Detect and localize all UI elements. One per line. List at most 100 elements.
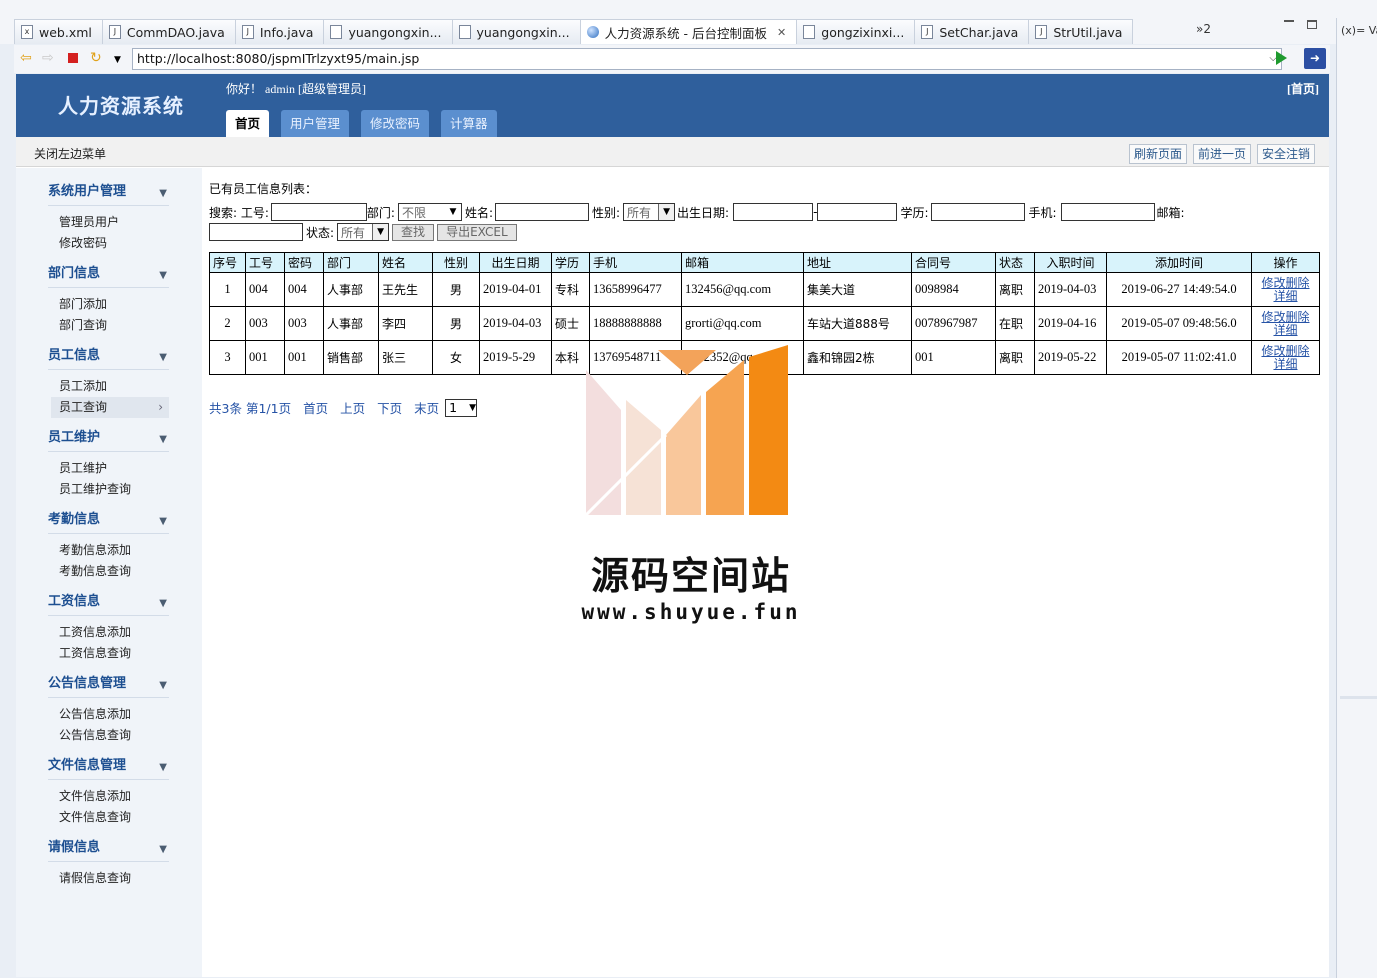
forward-icon[interactable]: ⇨ bbox=[42, 51, 54, 65]
menu-item[interactable]: 部门添加 bbox=[48, 294, 169, 315]
forward-page-button[interactable]: 前进一页 bbox=[1192, 144, 1251, 164]
name-input[interactable] bbox=[495, 203, 589, 221]
education-input[interactable] bbox=[931, 203, 1026, 221]
status-select[interactable]: 所有 ▼ bbox=[337, 223, 390, 241]
collapse-arrow-icon[interactable]: ▼ bbox=[159, 594, 167, 614]
open-external-icon[interactable]: ➜ bbox=[1304, 48, 1326, 69]
ide-tab-gongzixinxi[interactable]: gongzixinxi... bbox=[796, 19, 916, 44]
menu-item[interactable]: 员工维护查询 bbox=[48, 479, 169, 500]
tab-home[interactable]: 首页 bbox=[226, 110, 270, 137]
tab-overflow-button[interactable]: »2 bbox=[1196, 22, 1211, 36]
menu-group-header[interactable]: 考勤信息 ▼ bbox=[48, 510, 169, 534]
stop-icon[interactable] bbox=[68, 53, 78, 63]
ide-tab-strutil[interactable]: J StrUtil.java bbox=[1028, 19, 1134, 44]
table-cell: 0098984 bbox=[911, 272, 996, 307]
collapse-arrow-icon[interactable]: ▼ bbox=[159, 266, 167, 286]
menu-group-title: 工资信息 bbox=[48, 594, 101, 609]
next-page-link[interactable]: 下页 bbox=[377, 398, 402, 417]
menu-item[interactable]: 员工添加 bbox=[48, 376, 169, 397]
go-icon[interactable] bbox=[1276, 51, 1287, 65]
menu-item[interactable]: 公告信息添加 bbox=[48, 704, 169, 725]
first-page-link[interactable]: 首页 bbox=[303, 398, 328, 417]
close-icon[interactable]: ✕ bbox=[777, 26, 786, 39]
menu-group-title: 公告信息管理 bbox=[48, 676, 127, 691]
menu-item[interactable]: 工资信息查询 bbox=[48, 643, 169, 664]
phone-input[interactable] bbox=[1060, 203, 1155, 221]
menu-item[interactable]: 请假信息查询 bbox=[48, 868, 169, 889]
delete-link[interactable]: 删除 bbox=[1286, 310, 1310, 324]
gender-select[interactable]: 所有 ▼ bbox=[623, 203, 676, 221]
delete-link[interactable]: 删除 bbox=[1286, 276, 1310, 290]
collapse-arrow-icon[interactable]: ▼ bbox=[159, 184, 167, 204]
menu-group-header[interactable]: 文件信息管理 ▼ bbox=[48, 756, 169, 780]
refresh-icon[interactable]: ↻ bbox=[90, 51, 102, 65]
ide-tab-yuangongxin-1[interactable]: yuangongxin... bbox=[323, 19, 453, 44]
collapse-arrow-icon[interactable]: ▼ bbox=[159, 758, 167, 778]
menu-item-active[interactable]: 员工查询 › bbox=[51, 397, 169, 418]
tab-calculator[interactable]: 计算器 bbox=[441, 110, 497, 137]
ide-tab-web-xml[interactable]: x web.xml bbox=[14, 19, 103, 44]
last-page-link[interactable]: 末页 bbox=[414, 398, 439, 417]
prev-page-link[interactable]: 上页 bbox=[340, 398, 365, 417]
variables-view-label[interactable]: (x)= Var bbox=[1341, 24, 1377, 37]
menu-item[interactable]: 考勤信息添加 bbox=[48, 540, 169, 561]
menu-item[interactable]: 管理员用户 bbox=[48, 212, 169, 233]
menu-group-header[interactable]: 公告信息管理 ▼ bbox=[48, 674, 169, 698]
birth-from-input[interactable] bbox=[733, 203, 814, 221]
ide-tab-info[interactable]: J Info.java bbox=[234, 19, 325, 44]
menu-group-header[interactable]: 员工维护 ▼ bbox=[48, 428, 169, 452]
export-excel-button[interactable]: 导出EXCEL bbox=[437, 223, 517, 241]
menu-group-header[interactable]: 系统用户管理 ▼ bbox=[48, 182, 169, 206]
birth-to-input[interactable] bbox=[817, 203, 898, 221]
collapse-arrow-icon[interactable]: ▼ bbox=[159, 430, 167, 450]
menu-group-header[interactable]: 工资信息 ▼ bbox=[48, 592, 169, 616]
email-input[interactable] bbox=[209, 223, 303, 241]
table-cell: 在职 bbox=[995, 306, 1035, 341]
table-cell: 离职 bbox=[995, 272, 1035, 307]
logout-button[interactable]: 安全注销 bbox=[1256, 144, 1315, 164]
ide-tab-commdao[interactable]: J CommDAO.java bbox=[101, 19, 236, 44]
home-link[interactable]: [首页] bbox=[1287, 80, 1319, 97]
ide-tab-browser[interactable]: 人力资源系统 - 后台控制面板 ✕ bbox=[579, 19, 798, 44]
menu-item[interactable]: 公告信息查询 bbox=[48, 725, 169, 746]
detail-link[interactable]: 详细 bbox=[1273, 289, 1297, 303]
collapse-arrow-icon[interactable]: ▼ bbox=[159, 676, 167, 696]
ide-tab-setchar[interactable]: J SetChar.java bbox=[914, 19, 1030, 44]
find-button[interactable]: 查找 bbox=[392, 223, 435, 241]
menu-item[interactable]: 修改密码 bbox=[48, 233, 169, 254]
maximize-icon[interactable] bbox=[1307, 20, 1317, 29]
dept-select[interactable]: 不限 ▼ bbox=[397, 203, 462, 221]
employee-id-input[interactable] bbox=[270, 203, 367, 221]
page-select[interactable]: 1 ▼ bbox=[445, 398, 478, 417]
menu-group-header[interactable]: 部门信息 ▼ bbox=[48, 264, 169, 288]
collapse-arrow-icon[interactable]: ▼ bbox=[159, 512, 167, 532]
menu-item[interactable]: 部门查询 bbox=[48, 315, 169, 336]
tab-change-password[interactable]: 修改密码 bbox=[361, 110, 430, 137]
close-left-menu-link[interactable]: 关闭左边菜单 bbox=[34, 145, 106, 162]
watermark-triangle bbox=[658, 350, 716, 375]
menu-item[interactable]: 工资信息添加 bbox=[48, 622, 169, 643]
tab-user-management[interactable]: 用户管理 bbox=[281, 110, 350, 137]
menu-item[interactable]: 员工维护 bbox=[48, 458, 169, 479]
url-field[interactable]: http://localhost:8080/jspmITrlzyxt95/mai… bbox=[132, 48, 1282, 70]
menu-group-header[interactable]: 员工信息 ▼ bbox=[48, 346, 169, 370]
edit-link[interactable]: 修改 bbox=[1261, 276, 1285, 290]
detail-link[interactable]: 详细 bbox=[1273, 323, 1297, 337]
refresh-page-button[interactable]: 刷新页面 bbox=[1128, 144, 1187, 164]
menu-item[interactable]: 文件信息添加 bbox=[48, 786, 169, 807]
detail-link[interactable]: 详细 bbox=[1273, 357, 1297, 371]
ide-tab-yuangongxin-2[interactable]: yuangongxin... bbox=[451, 19, 581, 44]
menu-item[interactable]: 考勤信息查询 bbox=[48, 561, 169, 582]
collapse-arrow-icon[interactable]: ▼ bbox=[159, 840, 167, 860]
edit-link[interactable]: 修改 bbox=[1261, 310, 1285, 324]
menu-item[interactable]: 文件信息查询 bbox=[48, 807, 169, 828]
edit-link[interactable]: 修改 bbox=[1261, 344, 1285, 358]
table-cell: 3 bbox=[209, 340, 246, 375]
menu-group-header[interactable]: 请假信息 ▼ bbox=[48, 838, 169, 862]
delete-link[interactable]: 删除 bbox=[1286, 344, 1310, 358]
collapse-arrow-icon[interactable]: ▼ bbox=[159, 348, 167, 368]
back-icon[interactable]: ⇦ bbox=[20, 51, 32, 65]
minimize-icon[interactable] bbox=[1284, 20, 1294, 22]
page-select-value: 1 bbox=[449, 400, 458, 415]
history-dropdown-icon[interactable]: ▼ bbox=[114, 53, 121, 67]
